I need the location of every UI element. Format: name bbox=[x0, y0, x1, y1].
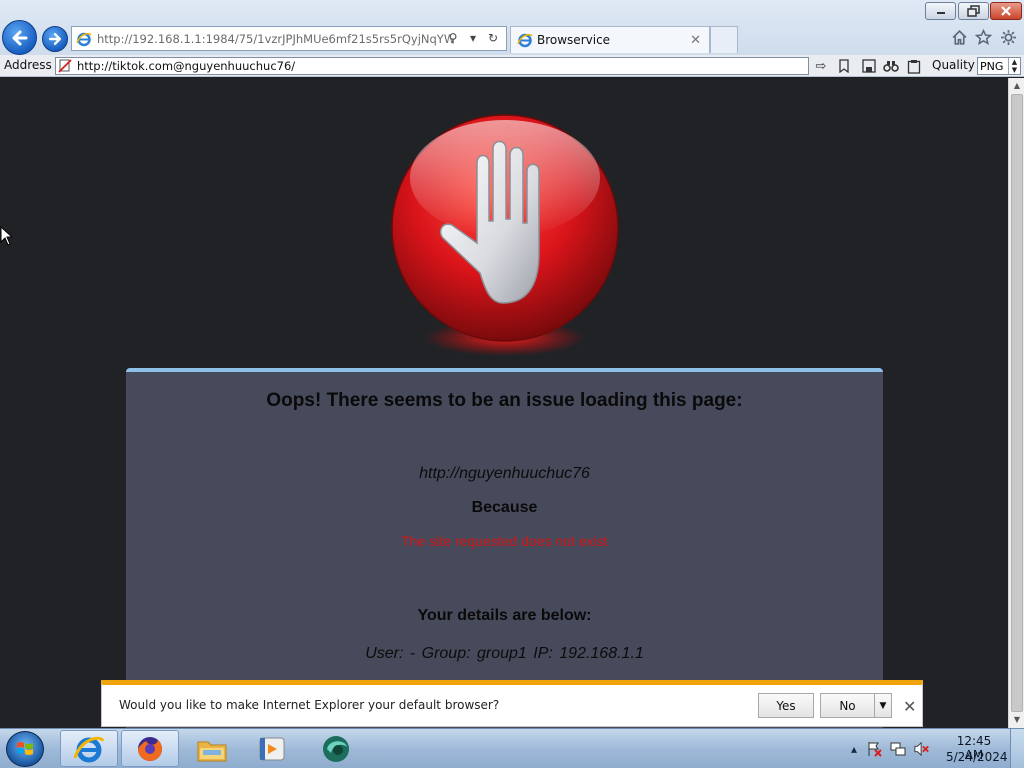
minimize-icon bbox=[936, 12, 945, 14]
back-arrow-icon bbox=[12, 30, 27, 45]
close-button[interactable] bbox=[990, 2, 1022, 20]
favorites-star-icon[interactable] bbox=[974, 28, 992, 46]
save-icon[interactable] bbox=[861, 58, 877, 74]
show-desktop-button[interactable] bbox=[1010, 729, 1024, 768]
quality-select[interactable]: PNG ▲ ▼ bbox=[977, 57, 1021, 75]
refresh-icon[interactable]: ↻ bbox=[486, 31, 500, 45]
address-input[interactable]: http://tiktok.com@nguyenhuuchuc76/ bbox=[55, 57, 809, 75]
url-text: http://192.168.1.1:1984/75/1vzrJPJhMUe6m… bbox=[97, 31, 453, 46]
address-toolbar: Address http://tiktok.com@nguyenhuuchuc7… bbox=[0, 55, 1024, 77]
ie-page-icon bbox=[76, 32, 92, 46]
ie-tab-icon bbox=[517, 33, 533, 48]
tab-title: Browservice bbox=[537, 33, 611, 47]
bookmark-icon[interactable] bbox=[836, 58, 852, 74]
find-icon[interactable] bbox=[883, 58, 899, 74]
show-hidden-icons[interactable]: ▴ bbox=[846, 741, 862, 757]
no-button[interactable]: No bbox=[820, 693, 875, 718]
address-label: Address bbox=[4, 58, 52, 72]
vertical-scrollbar[interactable]: ▲ ▼ bbox=[1008, 78, 1024, 728]
no-dropdown-icon[interactable]: ▼ bbox=[874, 693, 892, 718]
quality-spinner-icon[interactable]: ▲ ▼ bbox=[1008, 58, 1020, 74]
browser-title-bar: http://192.168.1.1:1984/75/1vzrJPJhMUe6m… bbox=[0, 0, 1024, 55]
app-icon bbox=[323, 735, 349, 762]
firefox-icon bbox=[138, 736, 162, 761]
page-content: Oops! There seems to be an issue loading… bbox=[0, 78, 1008, 728]
windows-explorer-icon bbox=[197, 741, 227, 761]
user-details: User: - Group: group1 IP: 192.168.1.1 bbox=[365, 645, 644, 662]
restore-button[interactable] bbox=[958, 2, 989, 20]
taskbar-media-player[interactable] bbox=[243, 730, 301, 767]
minimize-button[interactable] bbox=[925, 2, 956, 20]
forward-button[interactable] bbox=[42, 26, 68, 52]
tools-gear-icon[interactable] bbox=[999, 28, 1017, 46]
start-button[interactable] bbox=[6, 731, 44, 767]
new-tab-button[interactable] bbox=[710, 26, 738, 53]
volume-muted-icon[interactable] bbox=[914, 741, 930, 757]
tab-browservice[interactable]: Browservice ✕ bbox=[510, 26, 710, 53]
windows-taskbar: ▴ 12:45 AM 5/24/2024 bbox=[0, 728, 1024, 768]
notification-close-icon[interactable]: ✕ bbox=[903, 697, 916, 716]
action-center-flag-icon[interactable] bbox=[866, 741, 882, 757]
search-icon[interactable]: ⚲ bbox=[446, 31, 460, 45]
mouse-cursor-icon bbox=[0, 226, 12, 246]
scroll-thumb[interactable] bbox=[1011, 94, 1023, 712]
taskbar-firefox[interactable] bbox=[121, 730, 179, 767]
error-heading: Oops! There seems to be an issue loading… bbox=[266, 390, 743, 411]
clipboard-icon[interactable] bbox=[906, 58, 922, 74]
forward-arrow-icon bbox=[49, 33, 61, 45]
internet-explorer-icon bbox=[73, 736, 105, 762]
blocked-url: http://nguyenhuuchuc76 bbox=[419, 465, 590, 482]
media-player-icon bbox=[259, 737, 285, 760]
taskbar-app[interactable] bbox=[307, 730, 365, 767]
home-icon[interactable] bbox=[950, 28, 968, 46]
scroll-down-arrow-icon[interactable]: ▼ bbox=[1009, 712, 1024, 728]
security-warning-icon bbox=[58, 59, 72, 73]
because-label: Because bbox=[471, 499, 538, 516]
windows-logo-icon bbox=[17, 742, 33, 755]
tab-close-icon[interactable]: ✕ bbox=[690, 33, 701, 48]
error-panel: Oops! There seems to be an issue loading… bbox=[126, 368, 883, 728]
stop-hand-icon bbox=[391, 114, 619, 356]
details-heading: Your details are below: bbox=[417, 607, 592, 624]
scroll-up-arrow-icon[interactable]: ▲ bbox=[1009, 78, 1024, 94]
quality-label: Quality bbox=[932, 58, 975, 72]
quality-value: PNG bbox=[980, 59, 1004, 73]
maximize-icon bbox=[966, 5, 980, 17]
url-field[interactable]: http://192.168.1.1:1984/75/1vzrJPJhMUe6m… bbox=[71, 26, 507, 51]
taskbar-internet-explorer[interactable] bbox=[60, 730, 118, 767]
error-reason: The site requested does not exist bbox=[401, 533, 608, 549]
close-icon bbox=[1001, 6, 1011, 16]
go-arrow-icon[interactable]: ⇨ bbox=[813, 58, 829, 74]
yes-button[interactable]: Yes bbox=[758, 693, 814, 718]
back-button[interactable] bbox=[2, 20, 37, 55]
notification-message: Would you like to make Internet Explorer… bbox=[119, 698, 500, 712]
taskbar-windows-explorer[interactable] bbox=[183, 730, 241, 767]
default-browser-notification: Would you like to make Internet Explorer… bbox=[101, 680, 923, 727]
network-icon[interactable] bbox=[890, 741, 906, 757]
dropdown-icon[interactable]: ▾ bbox=[466, 31, 480, 45]
clock-date[interactable]: 5/24/2024 bbox=[946, 750, 1008, 764]
address-text: http://tiktok.com@nguyenhuuchuc76/ bbox=[77, 59, 296, 73]
